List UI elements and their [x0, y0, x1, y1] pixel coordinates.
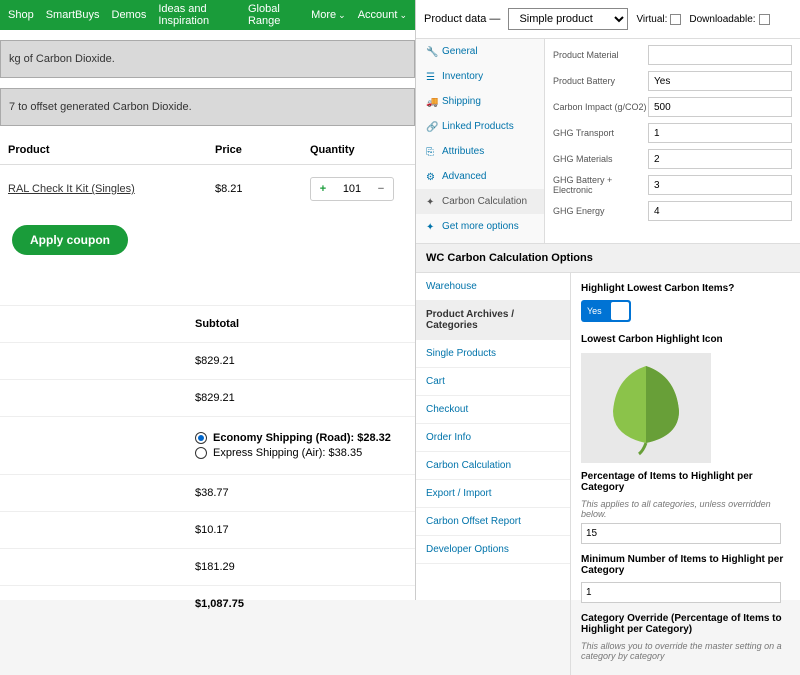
leaf-icon-preview	[581, 353, 711, 463]
tab-more[interactable]: ✦Get more options	[416, 214, 544, 239]
cart-row: RAL Check It Kit (Singles) $8.21 + 101 −	[0, 165, 415, 213]
min-label: Minimum Number of Items to Highlight per…	[581, 554, 790, 576]
tab-carbon[interactable]: ✦Carbon Calculation	[416, 189, 544, 214]
wrench-icon: 🔧	[426, 47, 436, 57]
product-tabs: 🔧General ☰Inventory 🚚Shipping 🔗Linked Pr…	[416, 39, 545, 243]
nav-more[interactable]: More⌄	[311, 9, 346, 21]
item-price: $8.21	[215, 183, 310, 195]
total-row: $181.29	[0, 548, 415, 585]
col-price: Price	[215, 144, 310, 156]
list-icon: ☰	[426, 72, 436, 82]
opt-tab-order[interactable]: Order Info	[416, 424, 570, 452]
truck-icon: 🚚	[426, 97, 436, 107]
col-product: Product	[0, 144, 215, 156]
product-material-input[interactable]	[648, 45, 792, 65]
field-label: GHG Materials	[553, 154, 648, 164]
tab-linked[interactable]: 🔗Linked Products	[416, 114, 544, 139]
opt-tab-warehouse[interactable]: Warehouse	[416, 273, 570, 301]
field-label: GHG Transport	[553, 128, 648, 138]
nav-shop[interactable]: Shop	[8, 9, 34, 21]
pct-input[interactable]	[581, 523, 781, 544]
nav-account[interactable]: Account⌄	[358, 9, 407, 21]
opt-tab-dev[interactable]: Developer Options	[416, 536, 570, 564]
gear-icon: ⚙	[426, 172, 436, 182]
subtotal-label: Subtotal	[0, 305, 415, 342]
top-nav: Shop SmartBuys Demos Ideas and Inspirati…	[0, 0, 415, 30]
col-qty: Quantity	[310, 144, 410, 156]
override-label: Category Override (Percentage of Items t…	[581, 613, 790, 635]
field-label: GHG Battery + Electronic	[553, 175, 648, 195]
leaf-icon	[601, 361, 691, 456]
total-row: $38.77	[0, 474, 415, 511]
pct-label: Percentage of Items to Highlight per Cat…	[581, 471, 790, 493]
carbon-banner-2: 7 to offset generated Carbon Dioxide.	[0, 88, 415, 126]
tab-general[interactable]: 🔧General	[416, 39, 544, 64]
tab-advanced[interactable]: ⚙Advanced	[416, 164, 544, 189]
ghg-battery-input[interactable]	[648, 175, 792, 195]
plus-icon: ✦	[426, 222, 436, 232]
product-fields: Product Material Product Battery Carbon …	[545, 39, 800, 243]
field-label: Product Material	[553, 50, 648, 60]
ghg-transport-input[interactable]	[648, 123, 792, 143]
opt-tab-export[interactable]: Export / Import	[416, 480, 570, 508]
qty-value: 101	[335, 183, 369, 195]
carbon-impact-input[interactable]	[648, 97, 792, 117]
tab-shipping[interactable]: 🚚Shipping	[416, 89, 544, 114]
icon-label: Lowest Carbon Highlight Icon	[581, 334, 790, 345]
opt-tab-carbon[interactable]: Carbon Calculation	[416, 452, 570, 480]
leaf-icon: ✦	[426, 197, 436, 207]
quantity-stepper[interactable]: + 101 −	[310, 177, 394, 201]
pct-help: This applies to all categories, unless o…	[581, 499, 790, 519]
opt-tab-single[interactable]: Single Products	[416, 340, 570, 368]
qty-increase[interactable]: +	[311, 183, 335, 195]
tab-attributes[interactable]: ⎘Attributes	[416, 139, 544, 164]
downloadable-checkbox[interactable]	[759, 14, 770, 25]
product-data-label: Product data —	[424, 13, 500, 25]
total-row: $10.17	[0, 511, 415, 548]
total-row: $829.21	[0, 379, 415, 416]
product-battery-input[interactable]	[648, 71, 792, 91]
opt-tab-archives[interactable]: Product Archives / Categories	[416, 301, 570, 340]
chevron-down-icon: ⌄	[338, 10, 346, 20]
apply-coupon-button[interactable]: Apply coupon	[12, 225, 128, 255]
radio-express[interactable]	[195, 447, 207, 459]
tab-inventory[interactable]: ☰Inventory	[416, 64, 544, 89]
override-help: This allows you to override the master s…	[581, 641, 790, 661]
ghg-energy-input[interactable]	[648, 201, 792, 221]
chevron-down-icon: ⌄	[399, 10, 407, 20]
shipping-options: Economy Shipping (Road): $28.32 Express …	[0, 416, 415, 474]
product-data-bar: Product data — Simple product Virtual: D…	[416, 0, 800, 39]
carbon-banner-1: kg of Carbon Dioxide.	[0, 40, 415, 78]
ghg-materials-input[interactable]	[648, 149, 792, 169]
cart-header: Product Price Quantity	[0, 136, 415, 165]
total-row: $1,087.75	[0, 585, 415, 622]
nav-demos[interactable]: Demos	[112, 9, 147, 21]
options-tabs: Warehouse Product Archives / Categories …	[416, 273, 571, 675]
opt-tab-offset[interactable]: Carbon Offset Report	[416, 508, 570, 536]
options-content: Highlight Lowest Carbon Items? Yes Lowes…	[571, 273, 800, 675]
nav-ideas[interactable]: Ideas and Inspiration	[158, 3, 236, 27]
highlight-label: Highlight Lowest Carbon Items?	[581, 283, 790, 294]
qty-decrease[interactable]: −	[369, 183, 393, 195]
cart-totals: Subtotal $829.21 $829.21 Economy Shippin…	[0, 305, 415, 622]
total-row: $829.21	[0, 342, 415, 379]
highlight-toggle[interactable]: Yes	[581, 300, 631, 322]
product-type-select[interactable]: Simple product	[508, 8, 628, 30]
link-icon: 🔗	[426, 122, 436, 132]
opt-tab-cart[interactable]: Cart	[416, 368, 570, 396]
tag-icon: ⎘	[426, 147, 436, 157]
nav-smartbuys[interactable]: SmartBuys	[46, 9, 100, 21]
product-link[interactable]: RAL Check It Kit (Singles)	[8, 183, 135, 195]
radio-economy[interactable]	[195, 432, 207, 444]
options-header: WC Carbon Calculation Options	[416, 244, 800, 273]
field-label: Carbon Impact (g/CO2)	[553, 102, 648, 112]
field-label: GHG Energy	[553, 206, 648, 216]
field-label: Product Battery	[553, 76, 648, 86]
virtual-checkbox[interactable]	[670, 14, 681, 25]
opt-tab-checkout[interactable]: Checkout	[416, 396, 570, 424]
nav-global[interactable]: Global Range	[248, 3, 299, 27]
